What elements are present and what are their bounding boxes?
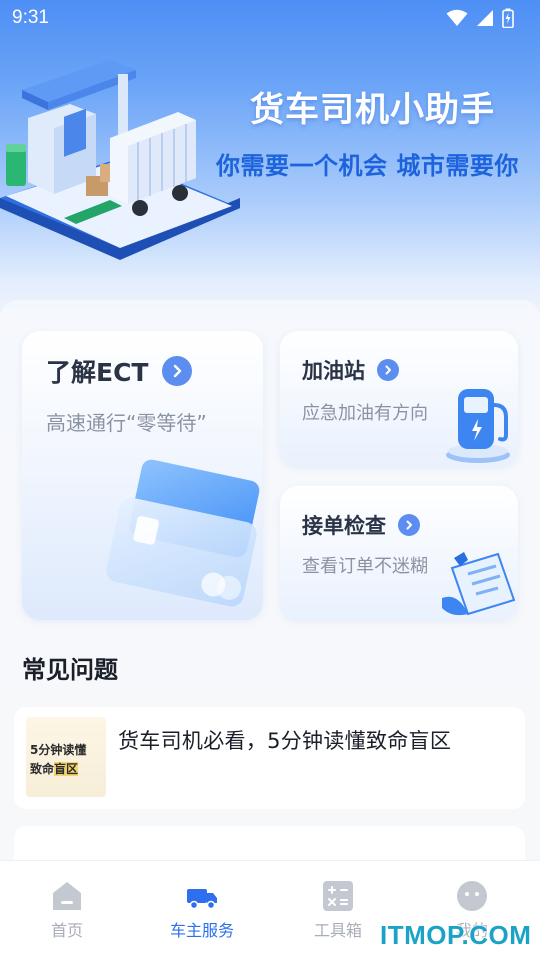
fuel-pump-icon <box>446 389 510 463</box>
ect-card[interactable]: 了解ECT 高速通行“零等待” <box>22 331 263 620</box>
gas-station-card-title: 加油站 <box>302 359 365 383</box>
ect-card-title: 了解ECT <box>46 358 149 387</box>
order-check-card-title: 接单检查 <box>302 514 386 538</box>
truck-icon <box>187 889 217 910</box>
tab-toolbox-label: 工具箱 <box>313 921 362 940</box>
article-title: 货车司机必看，5分钟读懂致命盲区 <box>118 729 452 753</box>
calculator-icon <box>323 881 353 911</box>
thumbnail-text-line1: 5分钟读懂 <box>30 743 87 757</box>
battery-icon <box>502 8 514 28</box>
chevron-right-icon <box>398 514 420 536</box>
faq-article-item[interactable]: 5分钟读懂 致命盲区 货车司机必看，5分钟读懂致命盲区 <box>14 707 525 809</box>
gas-station-card-desc: 应急加油有方向 <box>302 403 428 424</box>
thumbnail-text-line2a: 致命 <box>30 762 55 776</box>
order-check-card-desc: 查看订单不迷糊 <box>302 556 428 577</box>
tab-home[interactable]: 首页 <box>17 879 117 941</box>
site-watermark: ITMOP.COM <box>380 920 532 950</box>
chevron-right-icon <box>162 356 193 386</box>
status-bar: 9:31 <box>0 0 540 36</box>
chevron-right-icon <box>377 359 399 381</box>
tab-vehicle-services-label: 车主服务 <box>169 921 234 940</box>
order-check-card[interactable]: 接单检查 查看订单不迷糊 <box>280 486 518 620</box>
tab-home-label: 首页 <box>50 921 83 940</box>
status-time: 9:31 <box>12 7 49 28</box>
app-slogan: 你需要一个机会 城市需要你 <box>216 152 519 180</box>
profile-icon <box>457 881 487 911</box>
app-title: 货车司机小助手 <box>250 90 495 130</box>
document-scroll-icon <box>442 552 516 616</box>
cellular-signal-icon <box>477 10 493 26</box>
gas-station-card[interactable]: 加油站 应急加油有方向 <box>280 331 518 466</box>
etc-card-illustration <box>106 459 260 607</box>
faq-section-title: 常见问题 <box>22 656 118 684</box>
home-icon <box>53 882 81 910</box>
truck-gas-station-illustration <box>0 60 240 260</box>
tab-toolbox[interactable]: 工具箱 <box>288 879 388 941</box>
ect-card-desc: 高速通行“零等待” <box>46 411 207 435</box>
tab-vehicle-services[interactable]: 车主服务 <box>152 879 252 941</box>
wifi-icon <box>446 9 468 26</box>
article-thumbnail: 5分钟读懂 致命盲区 <box>26 717 106 797</box>
thumbnail-text-line2b: 盲区 <box>54 762 79 776</box>
